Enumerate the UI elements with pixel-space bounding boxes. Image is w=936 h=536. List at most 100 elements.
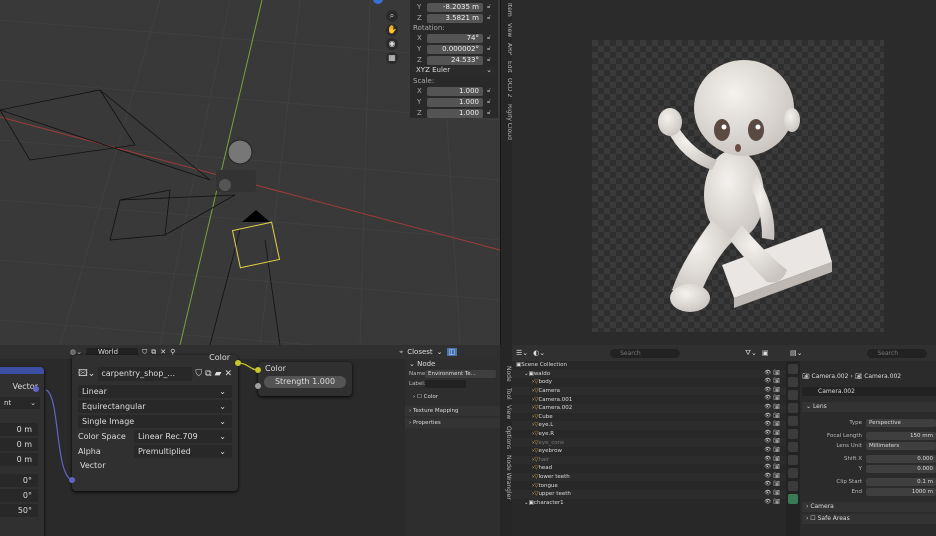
rotation-x-field[interactable]: 0° xyxy=(0,474,38,487)
scale-y-field[interactable]: 1.000 xyxy=(427,97,483,107)
scale-z-field[interactable]: 1.000 xyxy=(427,108,483,118)
visibility-toggles[interactable]: 👁︎ 📷︎ xyxy=(764,481,780,487)
outliner[interactable]: ☰⌄ ◐⌄ Search ⛛⌄ ▣ ▣ Scene Collection ⌄ ▣ … xyxy=(512,345,786,536)
color-space-dropdown[interactable]: Linear Rec.709 ⌄ xyxy=(134,430,232,443)
tab-tool[interactable]: Tool xyxy=(500,385,512,403)
background-node[interactable]: Color Strength 1.000 xyxy=(255,362,352,396)
node-label-field[interactable] xyxy=(425,379,466,388)
scale-y-row[interactable]: Y 1.000 🔓︎ xyxy=(413,97,495,107)
shield-icon[interactable]: ⛉ xyxy=(195,369,202,379)
outliner-search-input[interactable]: Search xyxy=(610,348,681,358)
scale-x-field[interactable]: 1.000 xyxy=(427,86,483,96)
rotation-x-field[interactable]: 74° xyxy=(427,33,483,43)
clip-end-field[interactable]: 1000 m xyxy=(866,487,936,496)
copy-icon[interactable]: ⧉ xyxy=(205,369,211,379)
location-y-row[interactable]: Y -8.2035 m 🔓︎ xyxy=(413,2,495,12)
mapping-type-dropdown[interactable]: nt ⌄ xyxy=(0,397,40,409)
render-preview[interactable] xyxy=(512,0,936,345)
constraint-tab-icon[interactable] xyxy=(788,481,798,491)
display-mode-icon[interactable]: ◐⌄ xyxy=(533,349,545,357)
visibility-toggles[interactable]: 👁︎ 📷︎ xyxy=(764,421,780,427)
outliner-row[interactable]: › ▽ upper teeth 👁︎ 📷︎ xyxy=(512,489,786,499)
shift-x-field[interactable]: 0.000 xyxy=(866,454,936,463)
rotation-y-field[interactable]: 0.000002° xyxy=(427,44,483,54)
color-subpanel[interactable]: › ☐ Color xyxy=(405,394,500,403)
safe-areas-panel-header[interactable]: › ☐ Safe Areas xyxy=(802,514,936,524)
outliner-row[interactable]: › ▽ Cube 👁︎ 📷︎ xyxy=(512,413,786,422)
lock-icon[interactable]: 🔓︎ xyxy=(483,87,495,95)
rotation-mode-dropdown[interactable]: XYZ Euler ⌄ xyxy=(413,66,495,75)
outliner-row[interactable]: › ▽ body 👁︎ 📷︎ xyxy=(512,378,786,387)
outliner-row[interactable]: › ▽ head 👁︎ 📷︎ xyxy=(512,464,786,473)
location-z-field[interactable]: 0 m xyxy=(0,453,38,466)
lock-icon[interactable]: 🔓︎ xyxy=(483,3,495,11)
extension-dropdown[interactable]: Single Image ⌄ xyxy=(78,415,232,428)
strength-input-socket[interactable] xyxy=(255,383,261,389)
visibility-toggles[interactable]: 👁︎ 📷︎ xyxy=(764,499,780,505)
visibility-toggles[interactable]: 👁︎ 📷︎ xyxy=(764,404,780,410)
filter-icon[interactable]: ⛛⌄ xyxy=(745,349,757,358)
outliner-row[interactable]: ▣ Scene Collection xyxy=(512,361,786,370)
output-tab-icon[interactable] xyxy=(788,390,798,400)
object-tab-icon[interactable] xyxy=(788,442,798,452)
tab-node-wrangler[interactable]: Node Wrangler xyxy=(500,452,512,503)
lock-icon[interactable]: 🔓︎ xyxy=(483,45,495,53)
location-y-field[interactable]: -8.2035 m xyxy=(427,2,483,12)
outliner-row[interactable]: ⌄ ▣ waldo 👁︎ 📷︎ xyxy=(512,369,786,379)
scene-tab-icon[interactable] xyxy=(788,416,798,426)
editor-type-icon[interactable]: ▤⌄ xyxy=(790,349,802,357)
outliner-row[interactable]: › ▽ lower teeth 👁︎ 📷︎ xyxy=(512,472,786,482)
texture-mapping-panel[interactable]: › Texture Mapping xyxy=(405,406,500,416)
properties-editor[interactable]: ▤⌄ Search 📷︎ Camera.002 › 📷︎ Camera.002 … xyxy=(786,345,936,536)
tab-view[interactable]: View xyxy=(500,402,512,422)
visibility-toggles[interactable]: 👁︎ 📷︎ xyxy=(764,447,780,453)
rotation-y-row[interactable]: Y 0.000002° 🔓︎ xyxy=(413,44,495,54)
camera-view-icon[interactable]: ◉ xyxy=(386,38,398,50)
rotation-z-field[interactable]: 50° xyxy=(0,504,38,517)
color-input-socket[interactable] xyxy=(255,367,261,373)
mapping-node[interactable]: Vector nt ⌄ 0 m 0 m 0 m 0° 0° 50° xyxy=(0,367,44,536)
node-section-header[interactable]: ⌄ Node xyxy=(405,359,500,369)
strength-field[interactable]: Strength 1.000 xyxy=(264,376,346,388)
image-name-field[interactable]: carpentry_shop_... xyxy=(98,367,193,381)
visibility-toggles[interactable]: 👁︎ 📷︎ xyxy=(764,413,780,419)
alpha-dropdown[interactable]: Premultiplied ⌄ xyxy=(134,445,232,458)
scale-x-row[interactable]: X 1.000 🔓︎ xyxy=(413,86,495,96)
3d-viewport[interactable]: ⌕ ✋ ◉ ▦ Y -8.2035 m 🔓︎ Z 3.5821 m 🔓︎ Rotatio… xyxy=(0,0,500,345)
shader-node-editor[interactable]: ◍⌄ World ⛉ ⧉ ✕ ⚲ ⌖ Closest ⌄ ◫ Vector nt… xyxy=(0,345,500,536)
lens-unit-dropdown[interactable]: Millimeters xyxy=(866,441,936,450)
location-x-field[interactable]: 0 m xyxy=(0,423,38,436)
tab-node[interactable]: Node xyxy=(500,363,512,385)
outliner-row[interactable]: › ▽ eye.R 👁︎ 📷︎ xyxy=(512,430,786,439)
color-output-socket[interactable] xyxy=(235,360,241,366)
outliner-row[interactable]: › ▽ hair 👁︎ 📷︎ xyxy=(512,455,786,465)
projection-dropdown[interactable]: Equirectangular ⌄ xyxy=(78,400,232,413)
properties-search-input[interactable]: Search xyxy=(867,348,928,358)
visibility-toggles[interactable]: 👁︎ 📷︎ xyxy=(764,387,780,393)
lens-panel-header[interactable]: ⌄ Lens xyxy=(802,402,936,412)
environment-texture-node[interactable]: Color 🖾︎⌄ carpentry_shop_... ⛉ ⧉ ▰ ✕ Lin… xyxy=(69,353,241,491)
visibility-toggles[interactable]: 👁︎ 📷︎ xyxy=(764,438,780,444)
focal-length-field[interactable]: 150 mm xyxy=(866,431,936,440)
outliner-row[interactable]: › ▽ Camera.002 👁︎ 📷︎ xyxy=(512,403,786,413)
location-z-row[interactable]: Z 3.5821 m 🔓︎ xyxy=(413,13,495,23)
interpolation-dropdown[interactable]: Linear ⌄ xyxy=(78,385,232,398)
physics-tab-icon[interactable] xyxy=(788,468,798,478)
modifier-tab-icon[interactable] xyxy=(788,455,798,465)
visibility-toggles[interactable]: 👁︎ 📷︎ xyxy=(764,490,780,496)
new-collection-icon[interactable]: ▣ xyxy=(762,349,769,357)
camera-panel-header[interactable]: › Camera xyxy=(802,502,936,512)
zoom-icon[interactable]: ⌕ xyxy=(386,10,398,22)
clip-start-field[interactable]: 0.1 m xyxy=(866,477,936,486)
type-dropdown[interactable]: Perspective xyxy=(866,418,936,427)
tab-options[interactable]: Options xyxy=(500,423,512,452)
visibility-toggles[interactable]: 👁︎ 📷︎ xyxy=(764,456,780,462)
shift-y-field[interactable]: 0.000 xyxy=(866,464,936,473)
properties-panel[interactable]: › Properties xyxy=(405,418,500,428)
outliner-row[interactable]: › ▽ eye_cons 👁︎ 📷︎ xyxy=(512,438,786,447)
camera-data-field[interactable]: Camera.002 xyxy=(802,387,936,396)
visibility-toggles[interactable]: 👁︎ 📷︎ xyxy=(764,370,780,376)
editor-type-icon[interactable]: ☰⌄ xyxy=(516,349,528,357)
location-y-field[interactable]: 0 m xyxy=(0,438,38,451)
rotation-z-row[interactable]: Z 24.533° 🔓︎ xyxy=(413,55,495,65)
